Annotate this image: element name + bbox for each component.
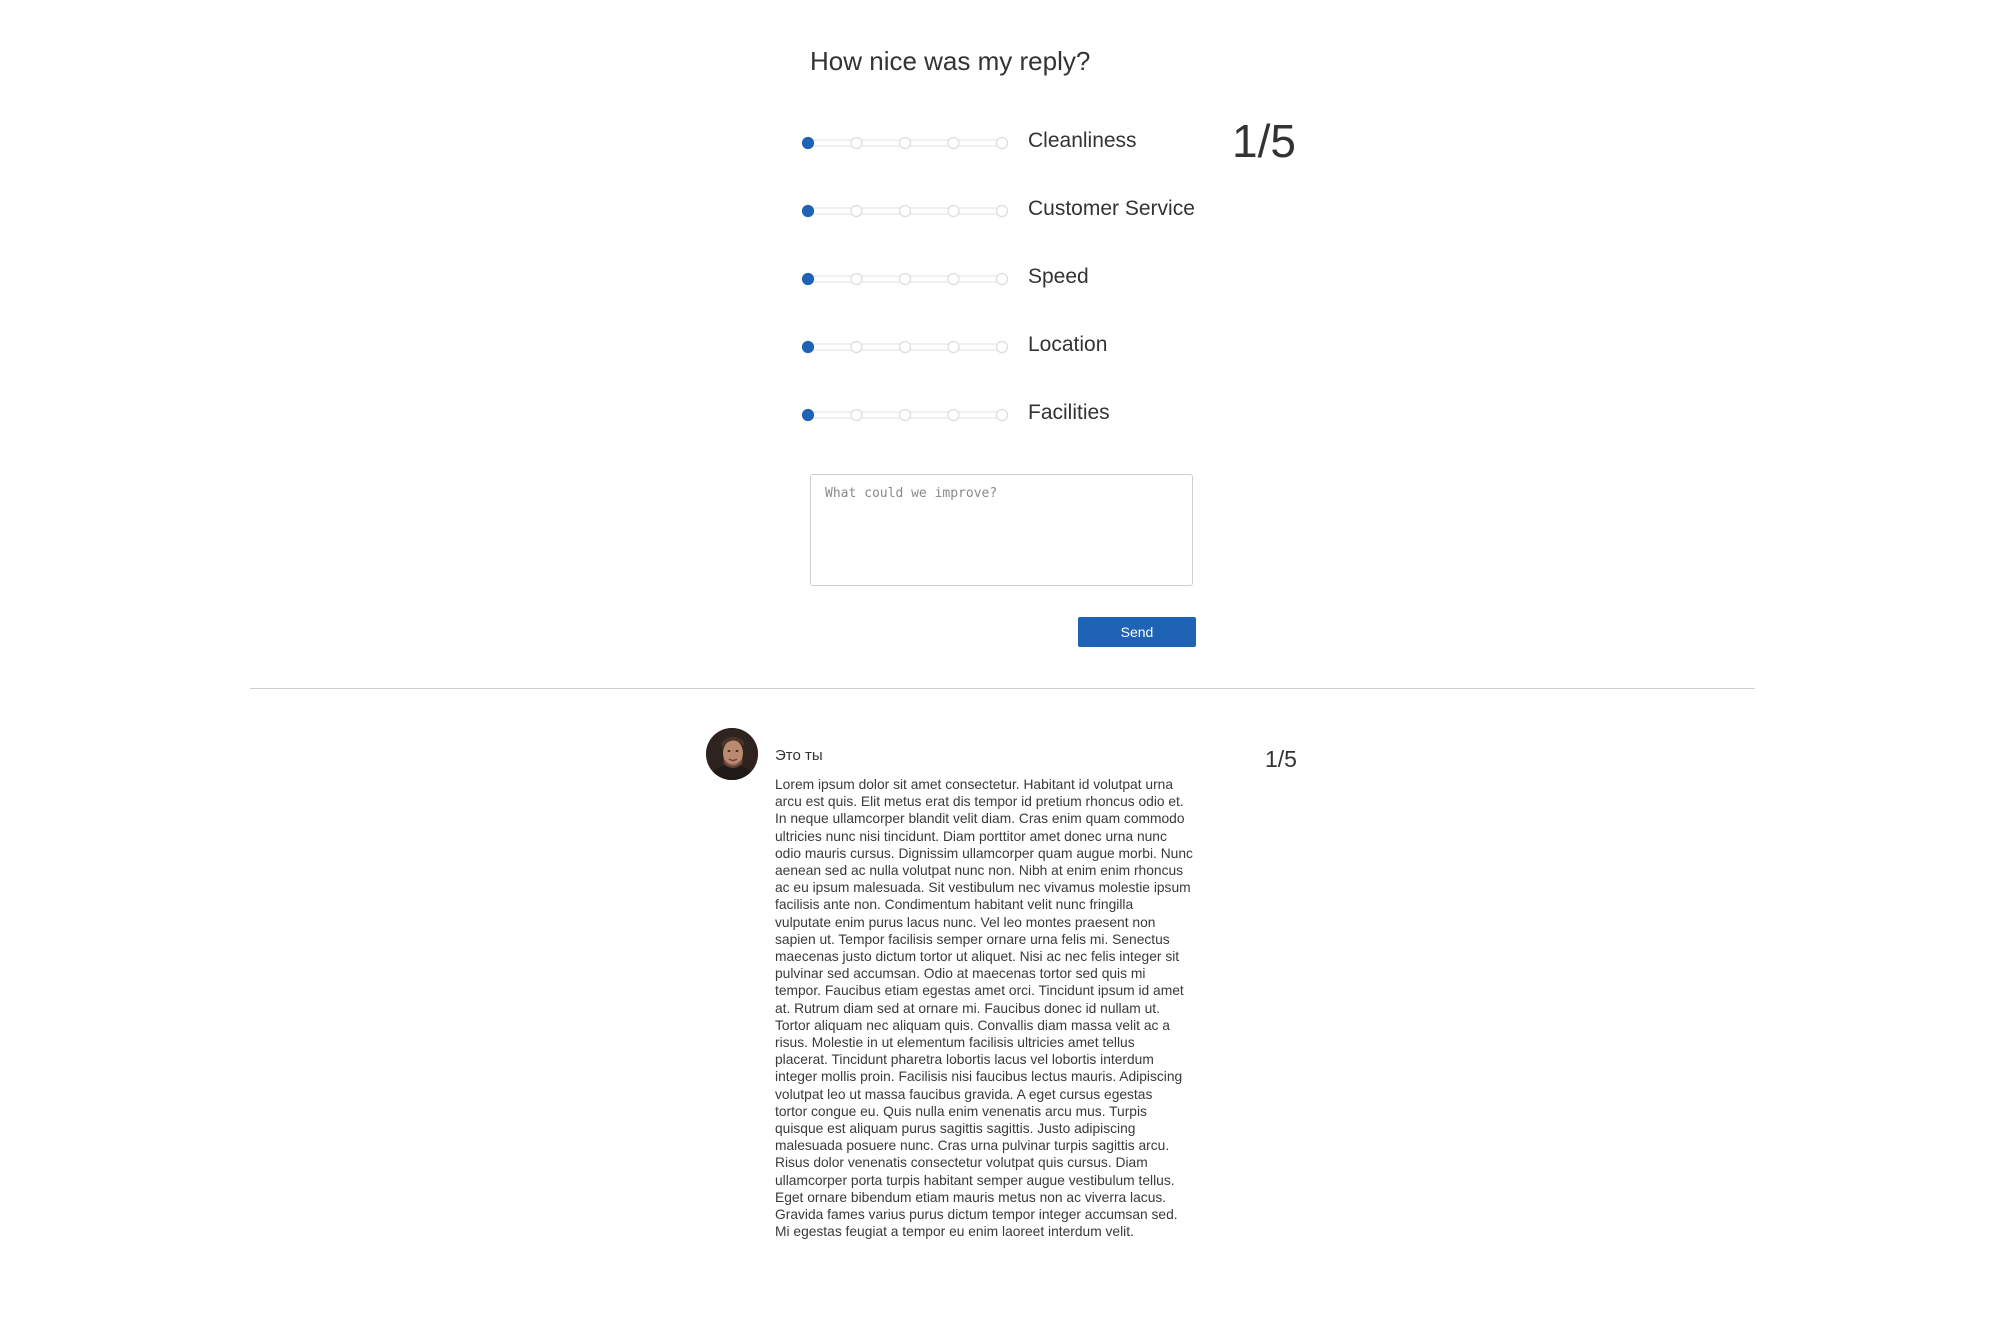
rating-slider-graphic — [801, 340, 1009, 354]
slider-step[interactable] — [995, 408, 1009, 422]
slider-step[interactable] — [850, 136, 863, 150]
avatar — [706, 728, 758, 780]
slider-step[interactable] — [947, 136, 960, 150]
facilities-label: Facilities — [1028, 401, 1110, 424]
slider-step[interactable] — [898, 272, 912, 286]
slider-step[interactable] — [995, 340, 1009, 354]
rating-slider-graphic — [801, 204, 1009, 218]
slider-step[interactable] — [995, 204, 1009, 218]
slider-thumb[interactable] — [801, 340, 815, 354]
send-button[interactable]: Send — [1078, 617, 1196, 647]
rating-page: How nice was my reply? 1/5 Cleanliness C… — [0, 0, 1990, 1341]
slider-step[interactable] — [898, 136, 912, 150]
slider-step[interactable] — [898, 204, 912, 218]
slider-step[interactable] — [850, 408, 863, 422]
slider-step[interactable] — [995, 136, 1009, 150]
rating-row-cleanliness: Cleanliness — [800, 128, 1300, 158]
avatar-image — [706, 728, 758, 780]
page-title: How nice was my reply? — [810, 46, 1091, 76]
rating-row-customer-service: Customer Service — [800, 196, 1300, 226]
rating-slider-graphic — [801, 408, 1009, 422]
slider-step[interactable] — [947, 408, 960, 422]
section-divider — [250, 688, 1755, 689]
rating-slider-graphic — [801, 136, 1009, 150]
slider-thumb[interactable] — [801, 272, 815, 286]
review-score: 1/5 — [1265, 746, 1297, 772]
slider-thumb[interactable] — [801, 204, 815, 218]
slider-step[interactable] — [850, 340, 863, 354]
slider-step[interactable] — [898, 340, 912, 354]
slider-step[interactable] — [850, 272, 863, 286]
speed-label: Speed — [1028, 265, 1089, 288]
speed-slider[interactable] — [800, 267, 1010, 291]
slider-step[interactable] — [995, 272, 1009, 286]
slider-step[interactable] — [947, 340, 960, 354]
slider-step[interactable] — [947, 272, 960, 286]
slider-thumb[interactable] — [801, 136, 815, 150]
cleanliness-label: Cleanliness — [1028, 129, 1137, 152]
slider-step[interactable] — [898, 408, 912, 422]
rating-row-facilities: Facilities — [800, 400, 1300, 430]
rating-row-speed: Speed — [800, 264, 1300, 294]
facilities-slider[interactable] — [800, 403, 1010, 427]
slider-step[interactable] — [947, 204, 960, 218]
slider-thumb[interactable] — [801, 408, 815, 422]
customer-service-slider[interactable] — [800, 199, 1010, 223]
review-author: Это ты — [775, 747, 823, 764]
rating-row-location: Location — [800, 332, 1300, 362]
slider-step[interactable] — [850, 204, 863, 218]
customer-service-label: Customer Service — [1028, 197, 1195, 220]
location-label: Location — [1028, 333, 1108, 356]
rating-slider-graphic — [801, 272, 1009, 286]
cleanliness-slider[interactable] — [800, 131, 1010, 155]
feedback-input[interactable] — [810, 474, 1193, 586]
location-slider[interactable] — [800, 335, 1010, 359]
review-text: Lorem ipsum dolor sit amet consectetur. … — [775, 777, 1193, 1240]
